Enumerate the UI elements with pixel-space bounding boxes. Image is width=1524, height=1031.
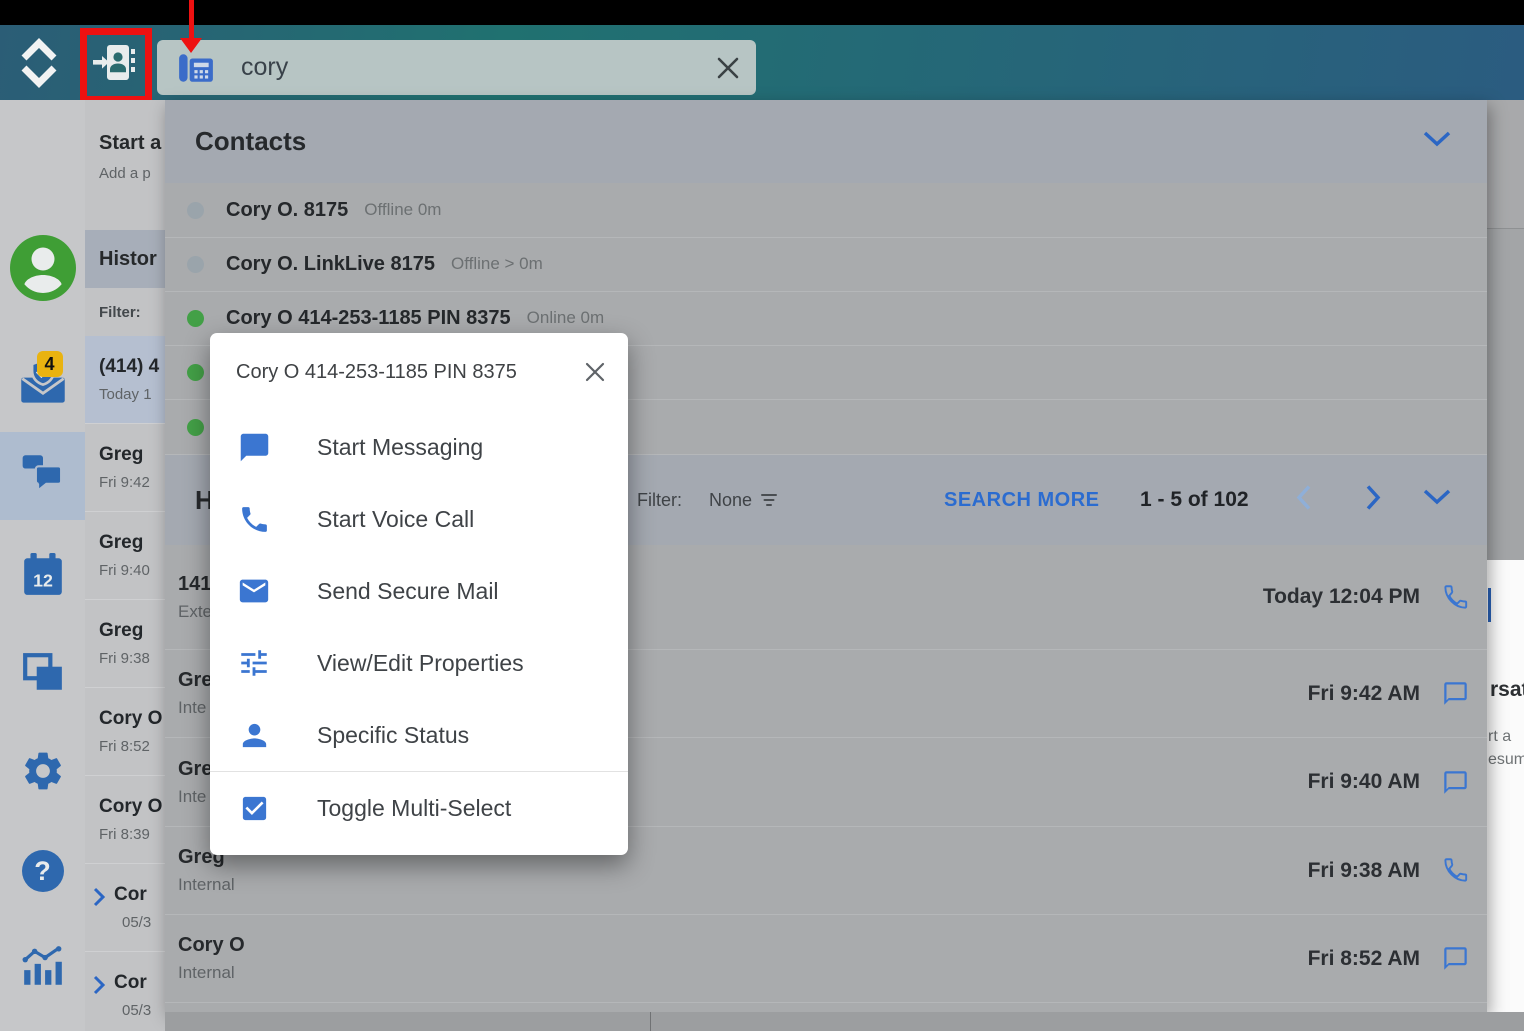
background-conversation-pane: rsat rt a esum <box>1487 560 1524 1012</box>
history-item[interactable]: Cory O Fri 8:52 <box>85 688 165 776</box>
search-more-button[interactable]: SEARCH MORE <box>944 489 1100 512</box>
avatar-icon <box>8 233 78 308</box>
contacts-title: Contacts <box>195 126 306 157</box>
chevron-right-icon <box>93 887 106 907</box>
phone-icon <box>236 503 272 536</box>
menu-item-send-secure-mail[interactable]: Send Secure Mail <box>210 555 628 627</box>
history-item[interactable]: Cory O Fri 8:39 <box>85 776 165 864</box>
chevron-right-icon <box>93 975 106 995</box>
start-call-block[interactable]: Start a Add a p <box>85 100 165 230</box>
analytics-chart-icon <box>20 945 66 994</box>
sliders-icon <box>236 646 272 680</box>
annotation-arrow-head <box>180 38 202 53</box>
secure-mail-shield-icon: 4 <box>18 359 68 407</box>
contact-row[interactable]: Cory O. LinkLive 8175 Offline > 0m <box>165 237 1487 292</box>
menu-item-start-voice-call[interactable]: Start Voice Call <box>210 483 628 555</box>
presence-online-dot <box>187 419 204 436</box>
filter-value[interactable]: None <box>709 490 778 511</box>
background-bottom-divider <box>650 1012 651 1031</box>
menu-item-toggle-multi-select[interactable]: Toggle Multi-Select <box>210 772 628 844</box>
conversation-text-fragment: rt a <box>1488 728 1511 746</box>
conversation-title-fragment: rsat <box>1490 678 1524 702</box>
top-black-strip <box>0 0 1524 25</box>
history-result-row[interactable]: Cory O Internal Fri 8:52 AM <box>165 915 1487 1003</box>
contacts-section-header: Contacts <box>165 100 1487 183</box>
presence-offline-dot <box>187 202 204 219</box>
start-call-subtitle: Add a p <box>99 165 165 182</box>
popup-header: Cory O 414-253-1185 PIN 8375 <box>210 333 628 411</box>
chat-outline-icon <box>1442 769 1469 796</box>
history-panel-header: Histor <box>85 230 165 288</box>
gear-icon <box>20 748 66 799</box>
sidebar-item-profile[interactable] <box>0 232 85 308</box>
checkbox-icon <box>236 793 272 824</box>
app-logo-icon <box>12 36 66 95</box>
background-page-mid <box>1487 229 1524 560</box>
conversation-text-fragment: esum <box>1488 751 1524 769</box>
history-side-panel: Start a Add a p Histor Filter: (414) 4 T… <box>85 100 165 1031</box>
sidebar-item-calendar[interactable]: 12 <box>0 534 85 620</box>
sidebar-item-windows[interactable] <box>0 632 85 718</box>
phone-outline-icon <box>1442 584 1469 611</box>
fax-phone-icon <box>177 50 215 86</box>
mail-icon <box>236 574 272 608</box>
history-item[interactable]: Greg Fri 9:42 <box>85 424 165 512</box>
chat-bubbles-icon <box>21 453 65 500</box>
app-window: cory <box>0 0 1524 1031</box>
history-group-item[interactable]: Cor 05/3 <box>85 864 165 952</box>
text-caret <box>1488 588 1491 622</box>
address-book-arrow-icon[interactable] <box>93 42 139 89</box>
start-call-title: Start a <box>99 132 165 155</box>
presence-offline-dot <box>187 256 204 273</box>
clear-search-icon[interactable] <box>714 54 742 82</box>
collapse-history-icon[interactable] <box>1423 489 1451 511</box>
history-item[interactable]: (414) 4 Today 1 <box>85 336 165 424</box>
sidebar-item-messaging[interactable] <box>0 432 85 520</box>
presence-online-dot <box>187 310 204 327</box>
filter-icon <box>760 493 778 507</box>
history-item[interactable]: Greg Fri 9:38 <box>85 600 165 688</box>
collapse-contacts-icon[interactable] <box>1423 131 1451 153</box>
chat-outline-icon <box>1442 945 1469 972</box>
sidebar-item-analytics[interactable] <box>0 926 85 1012</box>
search-input[interactable]: cory <box>157 40 756 95</box>
presence-online-dot <box>187 364 204 381</box>
menu-item-specific-status[interactable]: Specific Status <box>210 699 628 771</box>
annotation-arrow-line <box>189 0 194 40</box>
chat-outline-icon <box>1442 680 1469 707</box>
page-next-icon[interactable] <box>1365 485 1382 516</box>
unread-badge: 4 <box>37 351 63 377</box>
page-previous-icon[interactable] <box>1295 485 1312 516</box>
help-icon: ? <box>20 848 66 894</box>
calendar-day-label: 12 <box>33 570 53 590</box>
calendar-icon: 12 <box>20 552 66 603</box>
contact-actions-popup: Cory O 414-253-1185 PIN 8375 Start Messa… <box>210 333 628 855</box>
background-bottom-strip <box>165 1012 1524 1031</box>
sidebar-item-settings[interactable] <box>0 730 85 816</box>
left-nav-rail: 4 12 <box>0 100 86 1031</box>
sidebar-item-help[interactable]: ? <box>0 828 85 914</box>
background-page-top <box>1487 100 1524 228</box>
history-panel-filter-label[interactable]: Filter: <box>85 288 165 336</box>
annotation-red-box <box>80 28 152 103</box>
phone-outline-icon <box>1442 857 1469 884</box>
history-item[interactable]: Greg Fri 9:40 <box>85 512 165 600</box>
search-value[interactable]: cory <box>241 53 288 82</box>
close-icon[interactable] <box>582 359 608 385</box>
message-icon <box>236 431 272 464</box>
contact-row[interactable]: Cory O. 8175 Offline 0m <box>165 183 1487 238</box>
menu-item-view-edit-properties[interactable]: View/Edit Properties <box>210 627 628 699</box>
pagination-range: 1 - 5 of 102 <box>1140 488 1249 512</box>
question-mark-glyph: ? <box>20 848 66 894</box>
history-group-item[interactable]: Cor 05/3 <box>85 952 165 1031</box>
sidebar-item-secure-mail[interactable]: 4 <box>0 340 85 426</box>
overlapping-windows-icon <box>21 652 65 699</box>
popup-title: Cory O 414-253-1185 PIN 8375 <box>236 361 517 384</box>
filter-label: Filter: <box>637 490 682 511</box>
person-icon <box>236 718 272 753</box>
menu-item-start-messaging[interactable]: Start Messaging <box>210 411 628 483</box>
sidebar-item-training[interactable] <box>0 1024 85 1031</box>
